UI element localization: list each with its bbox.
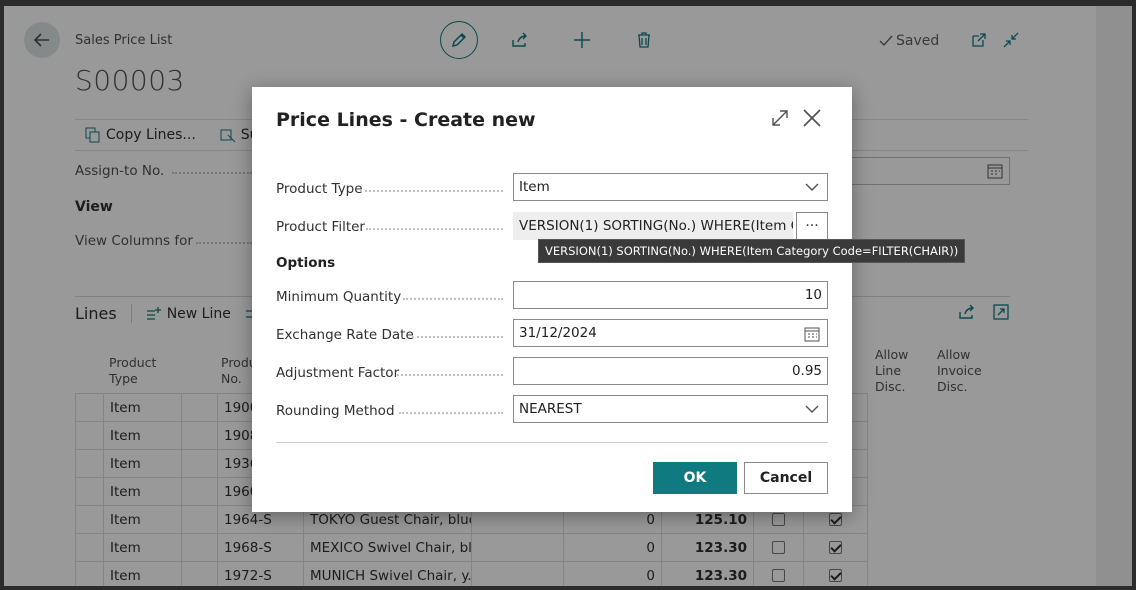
field-dots (366, 228, 503, 230)
rounding-method-label: Rounding Method (276, 403, 395, 419)
product-type-value: Item (519, 179, 550, 195)
adjustment-factor-input[interactable]: 0.95 (513, 357, 828, 385)
field-dots (412, 336, 503, 338)
field-dots (403, 298, 503, 300)
calendar-icon[interactable] (804, 326, 820, 342)
rounding-method-select[interactable]: NEAREST (513, 395, 828, 423)
cancel-button[interactable]: Cancel (744, 462, 828, 494)
product-filter-label: Product Filter (276, 219, 365, 235)
ok-button[interactable]: OK (653, 462, 737, 494)
chevron-down-icon (805, 405, 819, 413)
exchange-rate-date-label: Exchange Rate Date (276, 327, 414, 343)
dialog-divider (276, 442, 828, 443)
field-dots (397, 374, 503, 376)
product-type-select[interactable]: Item (513, 173, 828, 201)
exchange-rate-date-value: 31/12/2024 (519, 325, 597, 341)
rounding-method-value: NEAREST (519, 401, 582, 417)
product-filter-lookup-button[interactable]: ··· (796, 212, 828, 240)
product-type-label: Product Type (276, 181, 363, 197)
minimum-quantity-label: Minimum Quantity (276, 289, 402, 305)
field-dots (399, 412, 503, 414)
expand-icon[interactable] (768, 106, 792, 130)
product-filter-field[interactable]: VERSION(1) SORTING(No.) WHERE(Item C... (513, 212, 793, 240)
options-section-label: Options (276, 255, 336, 271)
exchange-rate-date-input[interactable]: 31/12/2024 (513, 319, 828, 347)
close-icon[interactable] (800, 106, 824, 130)
product-filter-tooltip: VERSION(1) SORTING(No.) WHERE(Item Categ… (538, 239, 966, 263)
field-dots (360, 190, 503, 192)
adjustment-factor-label: Adjustment Factor (276, 365, 400, 381)
dialog-title: Price Lines - Create new (276, 109, 536, 131)
price-lines-create-dialog: Price Lines - Create new Product Type It… (252, 87, 852, 512)
minimum-quantity-input[interactable]: 10 (513, 281, 828, 309)
app-window: Sales Price List S00003 Saved Copy Lines… (4, 6, 1132, 586)
chevron-down-icon (805, 183, 819, 191)
